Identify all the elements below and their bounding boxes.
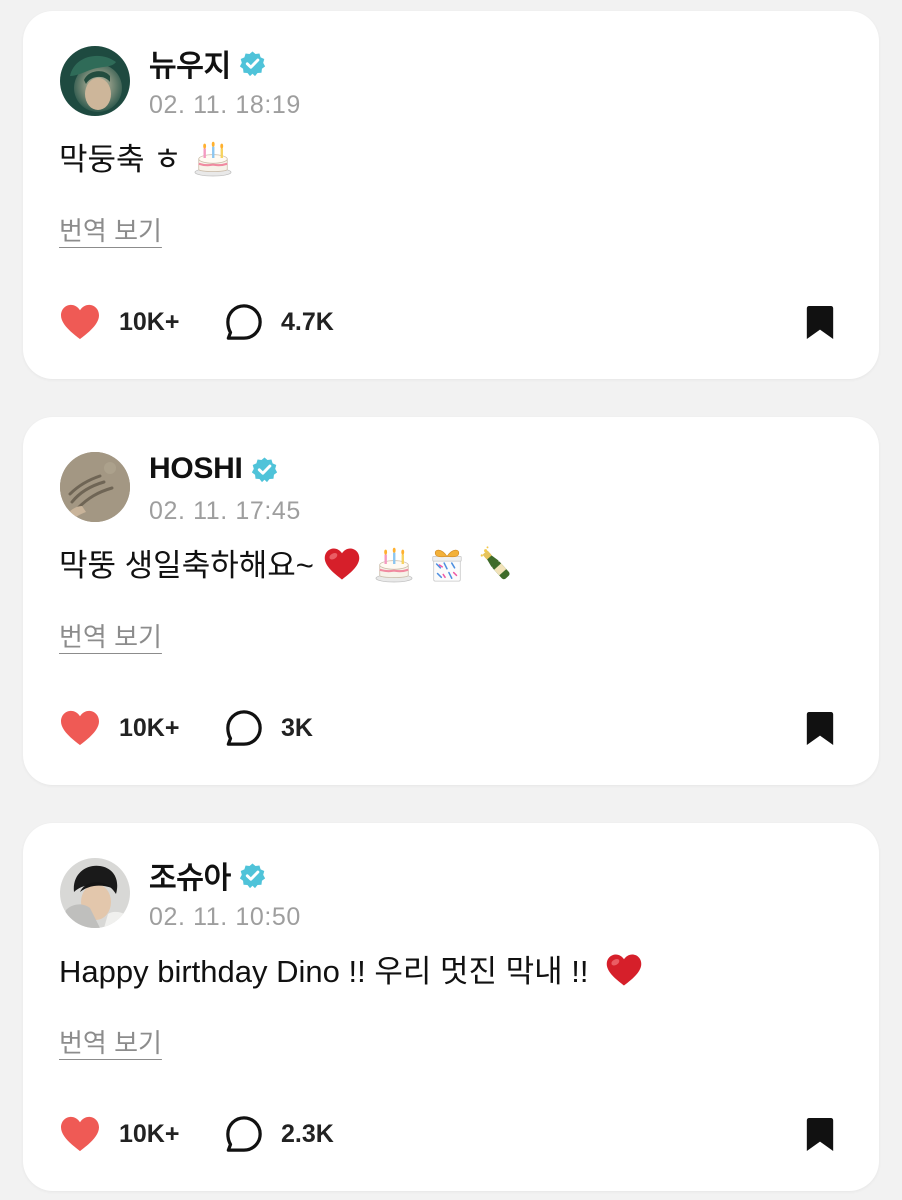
post-text: 막뚱 생일축하해요~ [59,544,516,588]
post-text-content: Happy birthday Dino !! 우리 멋진 막내 !! [59,954,589,989]
bookmark-button[interactable] [804,305,836,346]
reply-count: 4.7K [281,307,334,336]
avatar[interactable] [60,452,130,522]
like-count: 10K+ [119,307,180,336]
heart-icon [59,303,101,341]
translate-link[interactable]: 번역 보기 [59,211,162,248]
red-heart-emoji-icon [323,546,361,582]
red-heart-emoji-icon [605,952,643,988]
like-count: 10K+ [119,713,180,742]
avatar[interactable] [60,858,130,928]
reply-count: 2.3K [281,1119,334,1148]
post-text: Happy birthday Dino !! 우리 멋진 막내 !! [59,950,643,994]
like-button[interactable]: 10K+ [59,303,179,341]
avatar[interactable] [60,46,130,116]
reply-button[interactable]: 2.3K [225,1115,334,1153]
like-count: 10K+ [119,1119,180,1148]
post-timestamp: 02. 11. 10:50 [149,903,301,931]
post-text-content: 막뚱 생일축하해요~ [59,548,314,583]
comment-bubble-icon [225,709,263,747]
comment-bubble-icon [225,1115,263,1153]
bookmark-button[interactable] [804,1117,836,1158]
heart-icon [59,1115,101,1153]
author-name[interactable]: 뉴우지 [149,41,231,85]
post-card[interactable]: 조슈아 02. 11. 10:50 Happy birthday Dino !!… [23,823,879,1191]
reply-button[interactable]: 3K [225,709,313,747]
like-button[interactable]: 10K+ [59,709,179,747]
post-card[interactable]: HOSHI 02. 11. 17:45 막뚱 생일축하해요~ 번역 보기 10K… [23,417,879,785]
post-text: 막둥축 ㅎ [59,138,232,182]
wrapped-gift-emoji-icon [428,545,466,583]
birthday-cake-emoji-icon [194,139,232,177]
bookmark-icon [804,711,836,747]
verified-badge-icon [251,456,278,483]
verified-badge-icon [239,862,266,889]
post-feed: 뉴우지 02. 11. 18:19 막둥축 ㅎ 번역 보기 10K+ 4.7K [0,0,902,1200]
verified-badge-icon [239,50,266,77]
author-name[interactable]: 조슈아 [149,853,231,897]
champagne-bottle-emoji-icon [478,545,516,583]
author-name[interactable]: HOSHI [149,452,243,486]
bookmark-icon [804,305,836,341]
translate-link[interactable]: 번역 보기 [59,617,162,654]
like-button[interactable]: 10K+ [59,1115,179,1153]
reply-count: 3K [281,713,313,742]
reply-button[interactable]: 4.7K [225,303,334,341]
bookmark-button[interactable] [804,711,836,752]
heart-icon [59,709,101,747]
translate-link[interactable]: 번역 보기 [59,1023,162,1060]
post-timestamp: 02. 11. 17:45 [149,497,301,525]
birthday-cake-emoji-icon [375,545,413,583]
post-timestamp: 02. 11. 18:19 [149,91,301,119]
post-text-content: 막둥축 ㅎ [59,142,182,177]
comment-bubble-icon [225,303,263,341]
bookmark-icon [804,1117,836,1153]
post-card[interactable]: 뉴우지 02. 11. 18:19 막둥축 ㅎ 번역 보기 10K+ 4.7K [23,11,879,379]
